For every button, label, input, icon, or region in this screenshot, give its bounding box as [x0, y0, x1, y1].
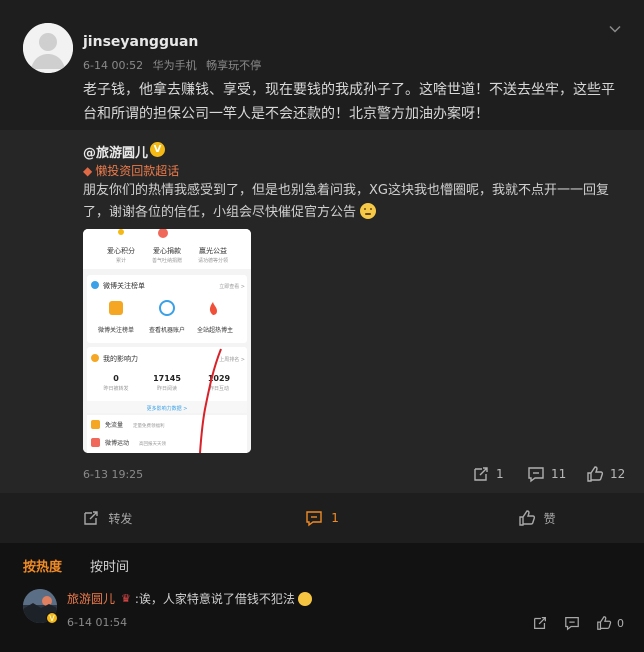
diamond-icon: ◆ — [83, 164, 93, 178]
comment-text: :诶，人家特意说了借钱不犯法 — [134, 592, 295, 606]
comment-verified-badge: V — [46, 612, 58, 624]
thumb-top-item: 爱心捐款 — [153, 246, 181, 255]
forward-icon — [84, 511, 99, 525]
supertopic-tag[interactable]: ◆ 懒投资回款超话 — [83, 162, 179, 179]
thumb-stat-value: 0 — [113, 374, 119, 383]
comment-button[interactable]: 1 — [215, 493, 430, 543]
chevron-down-icon[interactable] — [608, 22, 622, 36]
comment-line: 旅游圆儿 ♛ :诶，人家特意说了借钱不犯法 — [67, 590, 312, 607]
tab-hot[interactable]: 按热度 — [23, 556, 62, 575]
forward-icon[interactable] — [532, 615, 548, 631]
thumb-top-item: 爱心积分 — [107, 246, 135, 255]
comment-count: 1 — [331, 511, 339, 525]
repost-like-count: 12 — [610, 467, 626, 481]
verified-badge: V — [150, 142, 165, 157]
thumb-top-sub: 善气吐纳捐赠 — [152, 257, 182, 264]
smile-emoji-icon — [360, 203, 377, 219]
like-icon — [597, 616, 612, 630]
thumb-section1-item: 全站超热博主 — [197, 326, 233, 334]
repost-comment-count: 11 — [551, 467, 567, 481]
post-device: 华为手机 — [152, 59, 197, 72]
thumb-list-sub: 高回报天天领 — [139, 440, 166, 447]
post-time[interactable]: 6-14 00:52 — [83, 59, 143, 72]
comment-like-count: 0 — [617, 616, 624, 630]
thumb-top-sub: 请功德等分领 — [198, 257, 228, 264]
thumb-stat-label: 昨日阅读 — [157, 385, 177, 392]
repost-forward-stat[interactable]: 1 — [472, 465, 504, 483]
thumb-top-item: 赢光公益 — [199, 246, 227, 255]
comment-sort-tabs: 按热度 按时间 — [23, 556, 157, 575]
thumb-section1-item: 微博关注榜单 — [98, 326, 134, 334]
thumb-section2-link: 上周排名 > — [219, 356, 245, 363]
thumb-list-label: 免流量 — [105, 421, 123, 429]
repost-image-content: 爱心积分 爱心捐款 赢光公益 累计 善气吐纳捐赠 请功德等分领 微博关注榜单 立… — [83, 229, 251, 453]
thumb-stat-label: 昨日被转发 — [103, 385, 128, 392]
post-meta: 6-14 00:52 华为手机 畅享玩不停 — [83, 57, 261, 73]
like-label: 赞 — [543, 511, 556, 526]
comment-like-button[interactable]: 0 — [596, 615, 624, 631]
thumb-list-sub: 定量免费领福利 — [133, 422, 165, 429]
like-button[interactable]: 赞 — [429, 493, 644, 543]
crown-icon: ♛ — [121, 592, 131, 605]
shrug-emoji-icon — [297, 591, 312, 606]
forward-label: 转发 — [108, 511, 133, 526]
repost-text: 朋友你们的热情我感受到了，但是也别急着问我，XG这块我也懵圈呢，我就不点开一一回… — [83, 183, 609, 220]
thumb-stat-value: 17145 — [153, 374, 181, 383]
repost-forward-count: 1 — [496, 467, 504, 481]
weibo-card: jinseyangguan 6-14 00:52 华为手机 畅享玩不停 老子钱，… — [0, 0, 644, 543]
thumb-section2-title: 我的影响力 — [103, 354, 138, 363]
post-device-extra: 畅享玩不停 — [206, 59, 262, 72]
comment-username[interactable]: 旅游圆儿 — [67, 590, 115, 607]
user-avatar[interactable] — [23, 23, 73, 73]
post-username[interactable]: jinseyangguan — [83, 34, 198, 50]
supertopic-label: 懒投资回款超话 — [95, 164, 180, 178]
thumb-list-label: 微博运动 — [105, 439, 129, 447]
repost-time[interactable]: 6-13 19:25 — [83, 468, 143, 481]
thumb-stat-label: 昨日互动 — [209, 385, 229, 392]
repost-comment-stat[interactable]: 11 — [527, 465, 566, 483]
like-icon — [518, 510, 535, 526]
thumb-top-sub: 累计 — [116, 257, 126, 264]
tab-time[interactable]: 按时间 — [90, 556, 129, 575]
comment-icon — [306, 511, 322, 527]
comment-time: 6-14 01:54 — [67, 616, 128, 629]
comment-icon — [528, 467, 544, 483]
repost-username[interactable]: @旅游圆儿 — [83, 142, 148, 161]
repost-image[interactable]: 爱心积分 爱心捐款 赢光公益 累计 善气吐纳捐赠 请功德等分领 微博关注榜单 立… — [83, 229, 251, 453]
action-bar: 转发 1 赞 — [0, 493, 644, 543]
thumb-section1-item: 查看机器账户 — [149, 326, 185, 334]
like-icon — [587, 466, 604, 482]
thumb-more-link: 更多影响力数据 > — [147, 405, 188, 412]
repost-text-wrap: 朋友你们的热情我感受到了，但是也别急着问我，XG这块我也懵圈呢，我就不点开一一回… — [83, 180, 623, 224]
comment-icon[interactable] — [564, 615, 580, 631]
repost-like-stat[interactable]: 12 — [586, 465, 625, 483]
comment-actions: 0 — [516, 615, 624, 631]
forward-button[interactable]: 转发 — [0, 493, 215, 543]
thumb-section1-link: 立即查看 > — [219, 283, 245, 290]
forward-icon — [474, 467, 488, 481]
thumb-section1-title: 微博关注榜单 — [103, 281, 145, 290]
post-text: 老子钱，他拿去赚钱、享受，现在要钱的我成孙子了。这啥世道！不送去坐牢，这些平台和… — [83, 82, 615, 122]
